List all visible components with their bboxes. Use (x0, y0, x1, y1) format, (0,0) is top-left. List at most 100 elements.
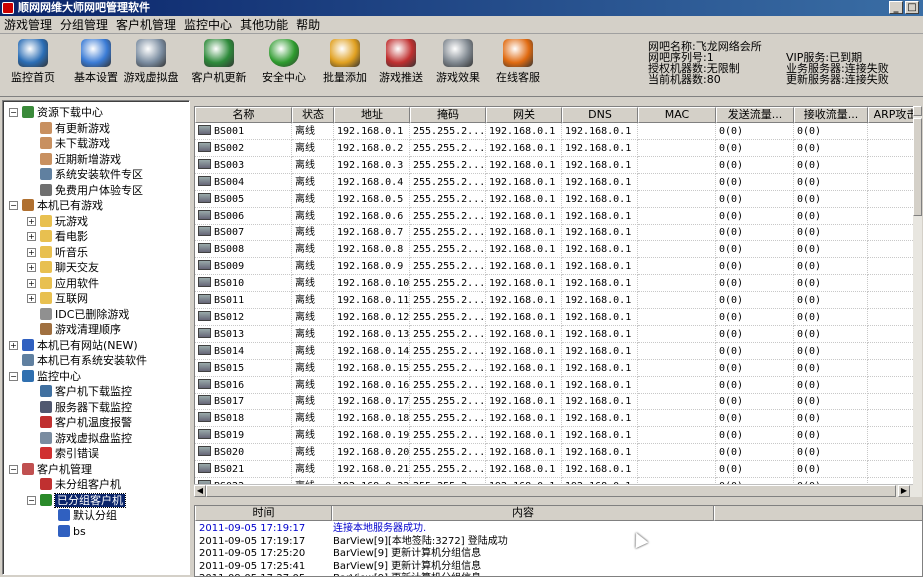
tree-node[interactable]: 本机已有网站(NEW) (22, 338, 138, 353)
toolbar-button-0[interactable]: 监控首页 (1, 39, 65, 93)
table-row[interactable]: BS005 离线 192.168.0.5 255.255.2... 192.168.0.… (195, 190, 921, 208)
log-row[interactable]: 2011-09-05 17:19:17 连接本地服务器成功. (195, 522, 922, 535)
horizontal-scroll-thumb[interactable] (206, 485, 896, 497)
table-row[interactable]: BS002 离线 192.168.0.2 255.255.2... 192.168.0.… (195, 139, 921, 157)
table-row[interactable]: BS020 离线 192.168.0.20 255.255.2... 192.168.0… (195, 444, 921, 462)
scroll-up-button[interactable] (913, 106, 922, 116)
tree-expander[interactable]: + (27, 247, 36, 257)
table-row[interactable]: BS021 离线 192.168.0.21 255.255.2... 192.168.0… (195, 461, 921, 478)
log-column-time[interactable]: 时间 (195, 506, 332, 521)
menu-item-1[interactable]: 分组管理 (56, 16, 112, 34)
tree-expander[interactable]: + (27, 232, 36, 241)
tree-node[interactable]: 默认分组 (58, 508, 117, 523)
table-row[interactable]: BS001 离线 192.168.0.1 255.255.2... 192.168.0.… (195, 123, 921, 140)
maximize-button[interactable]: □ (905, 1, 919, 14)
table-row[interactable]: BS009 离线 192.168.0.9 255.255.2... 192.168.0.… (195, 258, 921, 276)
menu-item-5[interactable]: 帮助 (292, 16, 324, 34)
vertical-scroll-thumb[interactable] (913, 118, 922, 216)
tree-node[interactable]: 应用软件 (40, 276, 99, 291)
table-row[interactable]: BS006 离线 192.168.0.6 255.255.2... 192.168.0.… (195, 207, 921, 225)
scroll-left-button[interactable]: ◀ (194, 485, 206, 497)
column-header-7[interactable]: 发送流量... (716, 107, 794, 123)
tree-expander[interactable]: + (27, 263, 36, 272)
table-row[interactable]: BS011 离线 192.168.0.11 255.255.2... 192.168.0… (195, 292, 921, 309)
column-header-0[interactable]: 名称 (195, 107, 292, 123)
tree-node[interactable]: 免费用户体验专区 (40, 183, 143, 198)
menu-item-4[interactable]: 其他功能 (236, 16, 292, 34)
column-header-4[interactable]: 网关 (486, 107, 562, 123)
table-row[interactable]: BS017 离线 192.168.0.17 255.255.2... 192.168.0… (195, 393, 921, 411)
toolbar-button-8[interactable]: 在线客服 (486, 39, 550, 93)
toolbar-button-2[interactable]: 游戏虚拟盘 (119, 39, 183, 93)
toolbar-button-7[interactable]: 游戏效果 (426, 39, 490, 93)
table-row[interactable]: BS015 离线 192.168.0.15 255.255.2... 192.168.0… (195, 359, 921, 377)
menu-item-3[interactable]: 监控中心 (180, 16, 236, 34)
tree-expander[interactable]: − (27, 495, 36, 505)
column-header-8[interactable]: 接收流量... (794, 107, 868, 123)
table-row[interactable]: BS019 离线 192.168.0.19 255.255.2... 192.168.0… (195, 427, 921, 445)
tree-node[interactable]: 系统安装软件专区 (40, 167, 143, 182)
tree-node[interactable]: 近期新增游戏 (40, 152, 121, 167)
table-row[interactable]: BS004 离线 192.168.0.4 255.255.2... 192.168.0.… (195, 173, 921, 191)
tree-node[interactable]: 有更新游戏 (40, 121, 110, 136)
tree-node[interactable]: 本机已有系统安装软件 (22, 353, 147, 368)
minimize-button[interactable]: _ (889, 1, 903, 14)
log-row[interactable]: 2011-09-05 17:25:20 BarView[9] 更新计算机分组信息 (195, 547, 922, 560)
table-row[interactable]: BS016 离线 192.168.0.16 255.255.2... 192.168.0… (195, 376, 921, 394)
scroll-right-button[interactable]: ▶ (898, 485, 910, 497)
tree-expander[interactable]: − (9, 371, 18, 381)
log-row[interactable]: 2011-09-05 17:25:41 BarView[9] 更新计算机分组信息 (195, 560, 922, 573)
tree-expander[interactable]: − (9, 108, 18, 117)
column-header-3[interactable]: 掩码 (410, 107, 486, 123)
tree-node[interactable]: 客户机管理 (22, 462, 92, 477)
tree-node[interactable]: 玩游戏 (40, 214, 88, 229)
tree-node[interactable]: 未分组客户机 (40, 477, 121, 492)
table-row[interactable]: BS008 离线 192.168.0.8 255.255.2... 192.168.0.… (195, 241, 921, 259)
table-row[interactable]: BS014 离线 192.168.0.14 255.255.2... 192.168.0… (195, 342, 921, 360)
log-column-content[interactable]: 内容 (332, 506, 714, 521)
tree-node[interactable]: 服务器下载监控 (40, 400, 132, 415)
toolbar-button-5[interactable]: 批量添加 (313, 39, 377, 93)
column-header-2[interactable]: 地址 (334, 107, 410, 123)
menu-item-0[interactable]: 游戏管理 (0, 16, 56, 34)
column-header-1[interactable]: 状态 (292, 107, 334, 123)
table-row[interactable]: BS003 离线 192.168.0.3 255.255.2... 192.168.0.… (195, 156, 921, 174)
tree-expander[interactable]: − (9, 201, 18, 210)
tree-node[interactable]: bs (58, 524, 86, 539)
tree-expander[interactable]: + (27, 216, 36, 226)
tree-node[interactable]: 聊天交友 (40, 260, 99, 275)
table-row[interactable]: BS010 离线 192.168.0.10 255.255.2... 192.168.0… (195, 275, 921, 293)
tree-node[interactable]: 索引错误 (40, 446, 99, 461)
toolbar-button-6[interactable]: 游戏推送 (369, 39, 433, 93)
tree-node[interactable]: 已分组客户机 (40, 492, 126, 508)
toolbar-button-4[interactable]: 安全中心 (252, 39, 316, 93)
table-row[interactable]: BS013 离线 192.168.0.13 255.255.2... 192.168.0… (195, 325, 921, 343)
toolbar-button-3[interactable]: 客户机更新 (187, 39, 251, 93)
tree-node[interactable]: 客户机下载监控 (40, 384, 132, 399)
tree-node[interactable]: 未下载游戏 (40, 136, 110, 151)
tree-expander[interactable]: + (27, 294, 36, 303)
tree-node[interactable]: 游戏清理顺序 (40, 322, 121, 337)
tree-node[interactable]: IDC已删除游戏 (40, 307, 129, 322)
table-row[interactable]: BS012 离线 192.168.0.12 255.255.2... 192.168.0… (195, 308, 921, 326)
tree-expander[interactable]: − (9, 464, 18, 474)
tree-node[interactable]: 听音乐 (40, 245, 88, 260)
tree-node[interactable]: 互联网 (40, 291, 88, 306)
menu-item-2[interactable]: 客户机管理 (112, 16, 180, 34)
table-horizontal-scrollbar[interactable]: ◀ ▶ (194, 484, 913, 497)
column-header-6[interactable]: MAC (638, 107, 716, 123)
tree-node[interactable]: 监控中心 (22, 369, 81, 384)
tree-node[interactable]: 客户机温度报警 (40, 415, 132, 430)
table-row[interactable]: BS007 离线 192.168.0.7 255.255.2... 192.168.0.… (195, 224, 921, 242)
tree-expander[interactable]: + (9, 340, 18, 350)
table-vertical-scrollbar[interactable] (913, 106, 922, 497)
tree-node[interactable]: 资源下载中心 (22, 105, 103, 120)
column-header-5[interactable]: DNS (562, 107, 638, 123)
tree-node[interactable]: 看电影 (40, 229, 88, 244)
tree-node[interactable]: 游戏虚拟盘监控 (40, 431, 132, 446)
table-row[interactable]: BS018 离线 192.168.0.18 255.255.2... 192.168.0… (195, 410, 921, 428)
log-row[interactable]: 2011-09-05 17:19:17 BarView[9][本地签陆:3272]… (195, 535, 922, 548)
tree-node[interactable]: 本机已有游戏 (22, 198, 103, 213)
log-row[interactable]: 2011-09-05 17:27:05 BarView[9] 更新计算机分组信息 (195, 572, 922, 576)
tree-expander[interactable]: + (27, 278, 36, 288)
